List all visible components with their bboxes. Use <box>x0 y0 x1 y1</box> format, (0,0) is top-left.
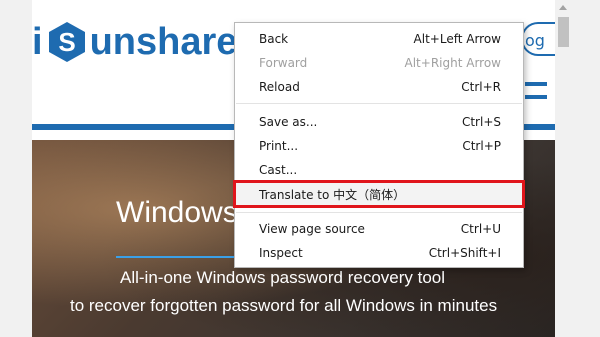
hero-tagline-1: All-in-one Windows password recovery too… <box>120 268 446 287</box>
menu-item-back[interactable]: Back Alt+Left Arrow <box>235 28 523 50</box>
scrollbar-thumb[interactable] <box>558 17 569 47</box>
menu-separator <box>236 103 522 104</box>
vertical-scrollbar[interactable] <box>555 0 572 337</box>
menu-separator <box>236 212 522 213</box>
hamburger-bar <box>525 95 547 99</box>
menu-item-inspect[interactable]: Inspect Ctrl+Shift+I <box>235 242 523 264</box>
hamburger-bar <box>525 82 547 86</box>
menu-item-label: Inspect <box>259 246 303 260</box>
menu-item-label: Cast... <box>259 163 298 177</box>
menu-item-shortcut: Ctrl+S <box>461 115 501 129</box>
menu-item-cast[interactable]: Cast... <box>235 159 523 181</box>
menu-item-reload[interactable]: Reload Ctrl+R <box>235 76 523 98</box>
context-menu: Back Alt+Left Arrow Forward Alt+Right Ar… <box>233 22 525 268</box>
menu-item-shortcut: Ctrl+R <box>461 80 501 94</box>
logo-prefix: i <box>32 21 43 63</box>
menu-item-print[interactable]: Print... Ctrl+P <box>235 135 523 157</box>
menu-item-shortcut: Ctrl+U <box>460 222 501 236</box>
sunshare-logo[interactable]: i S unshare <box>32 14 237 70</box>
menu-item-translate[interactable]: Translate to 中文（简体） <box>233 180 525 208</box>
menu-item-label: Reload <box>259 80 300 94</box>
menu-item-label: Back <box>259 32 289 46</box>
menu-item-label: Translate to 中文（简体） <box>259 187 406 202</box>
menu-item-shortcut: Alt+Left Arrow <box>413 32 501 46</box>
hamburger-menu-icon[interactable] <box>525 82 547 108</box>
menu-item-label: Save as... <box>259 115 318 129</box>
menu-item-shortcut: Alt+Right Arrow <box>404 56 501 70</box>
hero-title: Windows <box>116 196 238 229</box>
hero-tagline-2: to recover forgotten password for all Wi… <box>70 296 498 315</box>
menu-item-label: View page source <box>259 222 365 236</box>
hexagon-s-logo-icon: S <box>46 21 88 63</box>
logo-wordmark: unshare <box>89 21 238 63</box>
menu-item-shortcut: Ctrl+P <box>462 139 501 153</box>
menu-item-view-source[interactable]: View page source Ctrl+U <box>235 218 523 240</box>
menu-item-label: Print... <box>259 139 299 153</box>
menu-item-label: Forward <box>259 56 308 70</box>
menu-item-forward: Forward Alt+Right Arrow <box>235 52 523 74</box>
scroll-up-arrow-icon[interactable] <box>559 5 567 10</box>
menu-item-shortcut: Ctrl+Shift+I <box>428 246 501 260</box>
menu-item-save-as[interactable]: Save as... Ctrl+S <box>235 111 523 133</box>
logo-badge-letter: S <box>58 27 75 57</box>
header-pill-button[interactable]: og <box>521 22 555 56</box>
